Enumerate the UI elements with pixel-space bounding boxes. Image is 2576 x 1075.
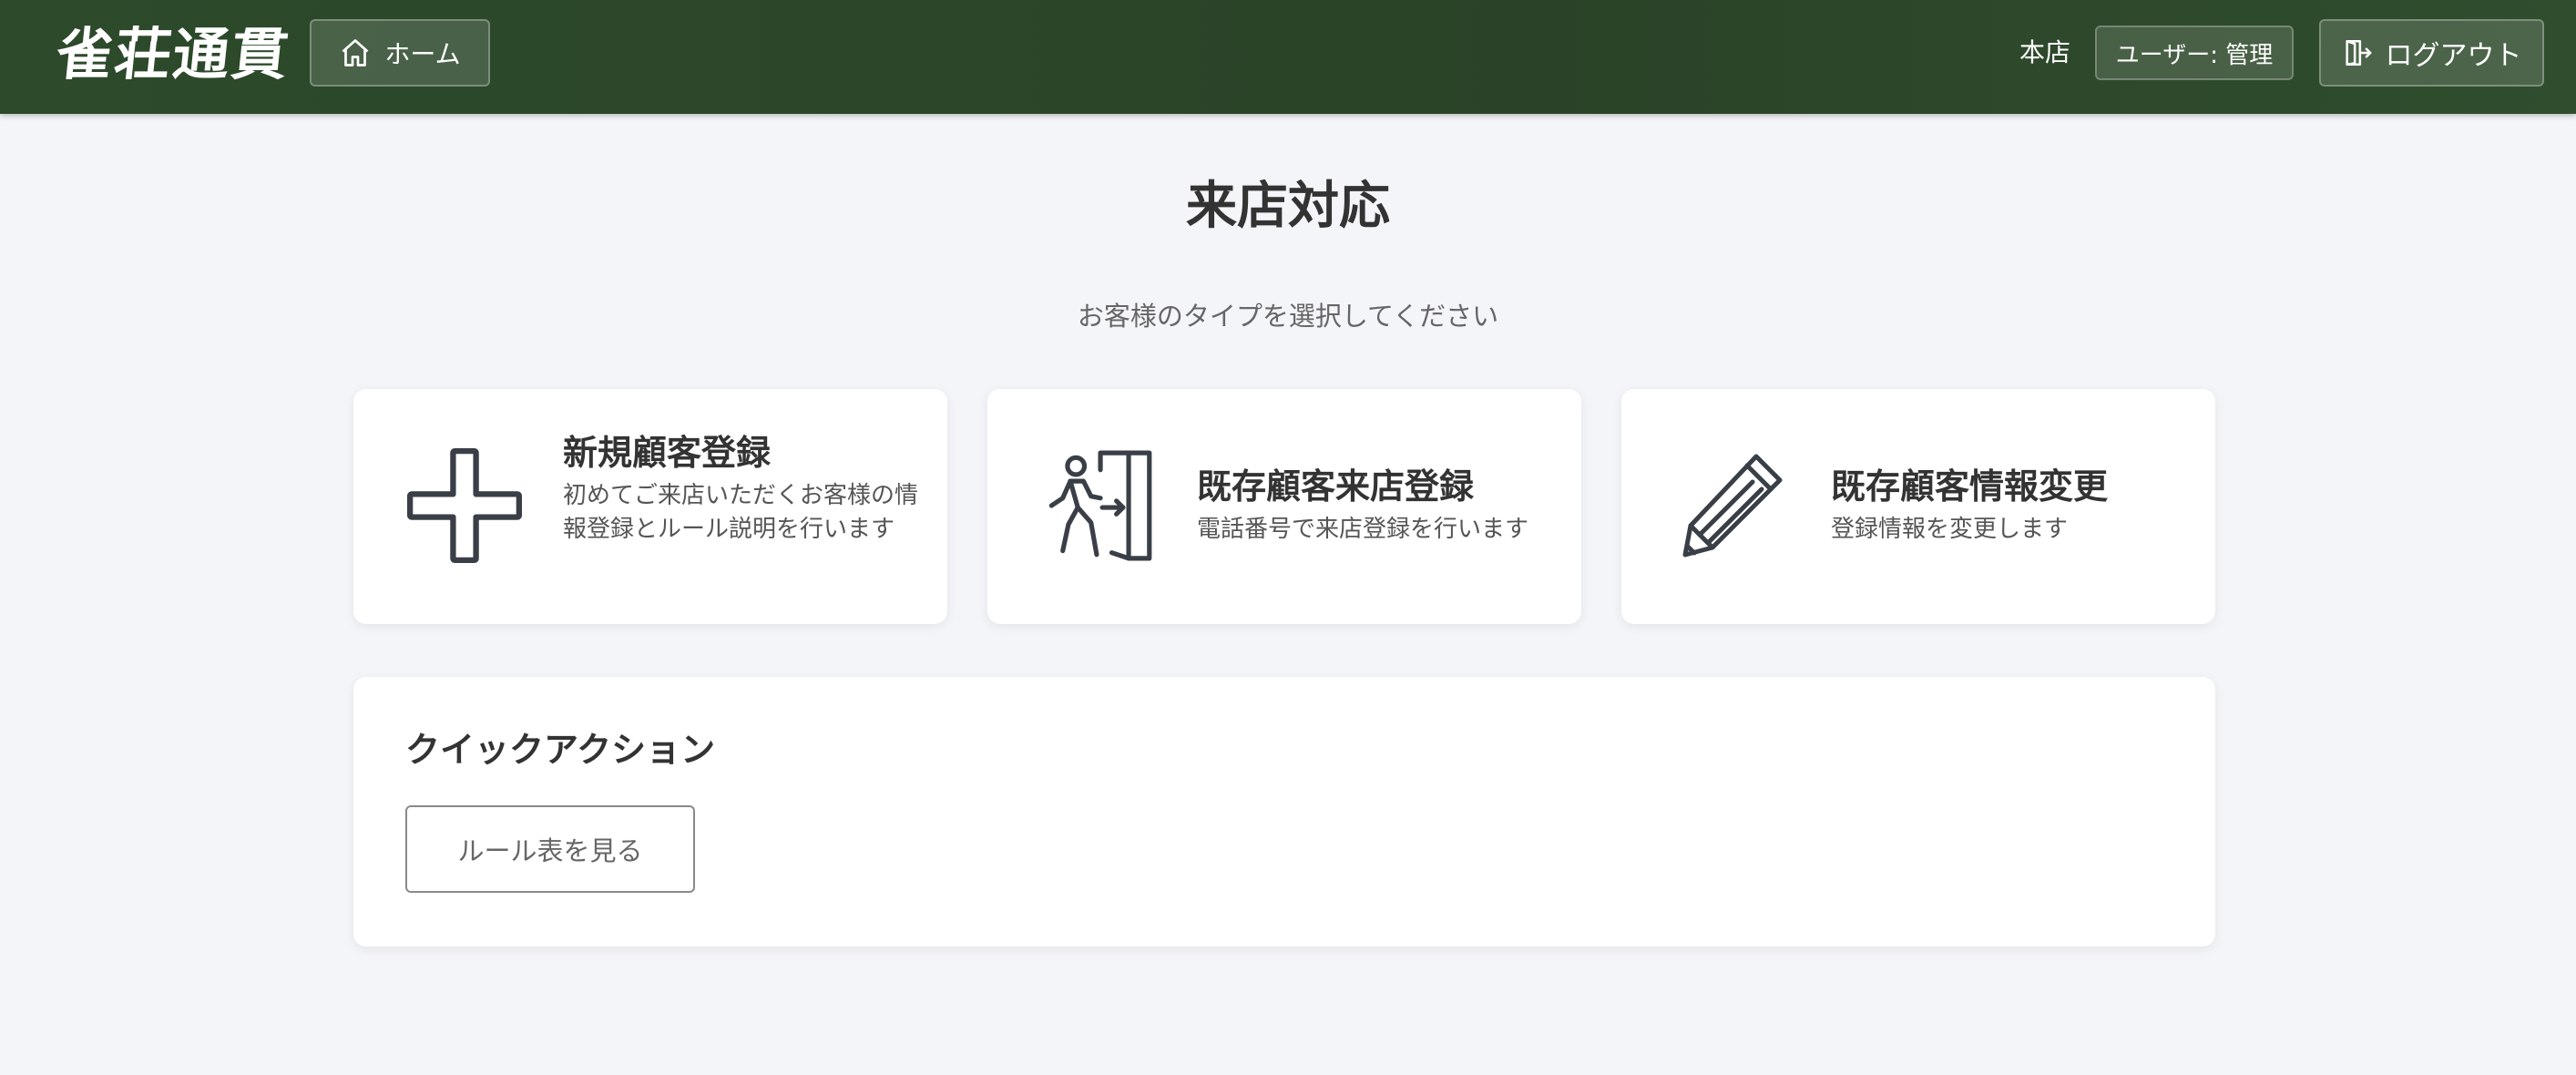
logout-icon <box>2345 39 2371 67</box>
home-icon <box>342 39 369 67</box>
page-subtitle: お客様のタイプを選択してください <box>1077 301 1499 332</box>
view-rules-button[interactable]: ルール表を見る <box>405 805 695 893</box>
card-description: 初めてご来店いただくお客様の情報登録とルール説明を行います <box>563 482 919 543</box>
card-title: 既存顧客情報変更 <box>1831 466 2109 507</box>
existing-customer-visit-card[interactable]: 既存顧客来店登録 電話番号で来店登録を行います <box>987 389 1581 624</box>
person-enter-door-icon <box>1038 445 1159 566</box>
logout-button-label: ログアウト <box>2385 40 2522 72</box>
quick-actions-title: クイックアクション <box>405 730 716 770</box>
card-description: 登録情報を変更します <box>1831 516 2069 543</box>
card-title: 新規顧客登録 <box>563 433 772 473</box>
existing-customer-edit-card[interactable]: 既存顧客情報変更 登録情報を変更します <box>1621 389 2215 624</box>
store-label: 本店 <box>2019 37 2070 67</box>
card-description: 電話番号で来店登録を行います <box>1197 516 1529 543</box>
logout-button[interactable]: ログアウト <box>2319 19 2544 87</box>
new-customer-card[interactable]: 新規顧客登録 初めてご来店いただくお客様の情報登録とルール説明を行います <box>353 389 947 624</box>
app-logo[interactable]: 雀荘通貫 <box>53 16 294 93</box>
plus-icon <box>404 445 525 566</box>
user-badge: ユーザー: 管理 <box>2095 26 2294 80</box>
quick-actions-panel: クイックアクション ルール表を見る <box>353 677 2215 947</box>
home-button-label: ホーム <box>384 39 461 69</box>
page-title: 来店対応 <box>1186 177 1390 236</box>
top-header: 雀荘通貫 ホーム 本店 ユーザー: 管理 ログアウト <box>0 0 2576 114</box>
pencil-icon <box>1672 445 1793 566</box>
card-title: 既存顧客来店登録 <box>1197 466 1475 507</box>
home-button[interactable]: ホーム <box>310 19 490 87</box>
